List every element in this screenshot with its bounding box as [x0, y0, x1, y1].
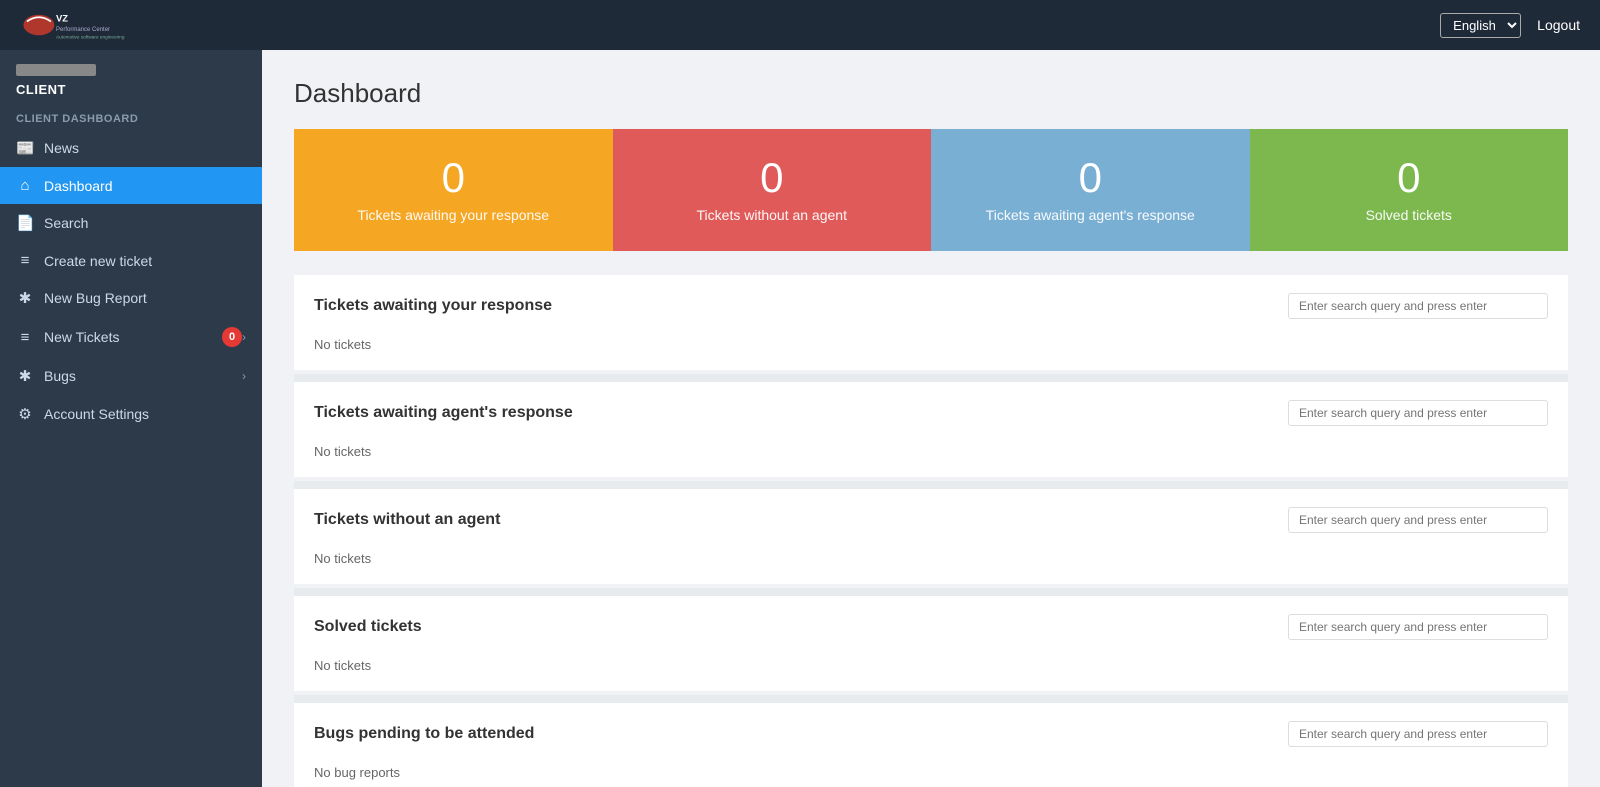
section-header-solved-tickets: Solved tickets	[294, 596, 1568, 652]
section-divider-1	[294, 481, 1568, 489]
ticket-section-inner-without-agent: Tickets without an agent No tickets	[294, 489, 1568, 584]
logout-button[interactable]: Logout	[1537, 17, 1580, 33]
section-header-bugs-pending: Bugs pending to be attended	[294, 703, 1568, 759]
section-search-solved-tickets[interactable]	[1288, 614, 1548, 640]
sidebar-item-search[interactable]: 📄 Search	[0, 204, 262, 242]
new-tickets-chevron: ›	[242, 330, 246, 344]
navbar: VZ Performance Center Automotive softwar…	[0, 0, 1600, 50]
news-icon: 📰	[16, 139, 34, 157]
no-tickets-bugs-pending: No bug reports	[294, 759, 1568, 787]
sidebar-item-dashboard[interactable]: ⌂ Dashboard	[0, 167, 262, 204]
language-select[interactable]: English	[1440, 13, 1521, 38]
stat-label-without-agent: Tickets without an agent	[633, 207, 912, 223]
sidebar-item-new-tickets[interactable]: ≡ New Tickets 0 ›	[0, 317, 262, 357]
new-tickets-icon: ≡	[16, 329, 34, 346]
no-tickets-without-agent: No tickets	[294, 545, 1568, 584]
account-settings-icon: ⚙	[16, 405, 34, 423]
section-search-awaiting-agents-response[interactable]	[1288, 400, 1548, 426]
navbar-right: English Logout	[1440, 13, 1580, 38]
ticket-section-inner-awaiting-agents-response: Tickets awaiting agent's response No tic…	[294, 382, 1568, 477]
sidebar-item-news[interactable]: 📰 News	[0, 129, 262, 167]
new-bug-report-label: New Bug Report	[44, 290, 246, 306]
ticket-section-inner-bugs-pending: Bugs pending to be attended No bug repor…	[294, 703, 1568, 787]
search-label: Search	[44, 215, 246, 231]
stat-number-solved: 0	[1270, 157, 1549, 199]
sidebar-item-bugs[interactable]: ✱ Bugs ›	[0, 357, 262, 395]
section-header-without-agent: Tickets without an agent	[294, 489, 1568, 545]
bugs-icon: ✱	[16, 367, 34, 385]
dashboard-label: Dashboard	[44, 178, 246, 194]
sections-container: Tickets awaiting your response No ticket…	[294, 275, 1568, 787]
bugs-chevron: ›	[242, 369, 246, 383]
stat-label-awaiting-response: Tickets awaiting your response	[314, 207, 593, 223]
section-divider-2	[294, 588, 1568, 596]
search-icon: 📄	[16, 214, 34, 232]
section-search-bugs-pending[interactable]	[1288, 721, 1548, 747]
page-title: Dashboard	[294, 78, 1568, 109]
section-divider-3	[294, 695, 1568, 703]
ticket-section-awaiting-agents-response: Tickets awaiting agent's response No tic…	[294, 382, 1568, 489]
section-title-awaiting-agents-response: Tickets awaiting agent's response	[314, 404, 573, 422]
news-label: News	[44, 140, 246, 156]
ticket-section-awaiting-your-response: Tickets awaiting your response No ticket…	[294, 275, 1568, 382]
sidebar-item-create-ticket[interactable]: ≡ Create new ticket	[0, 242, 262, 279]
ticket-section-bugs-pending: Bugs pending to be attended No bug repor…	[294, 703, 1568, 787]
logo: VZ Performance Center Automotive softwar…	[20, 7, 140, 43]
section-header-awaiting-agents-response: Tickets awaiting agent's response	[294, 382, 1568, 438]
main-content: Dashboard 0 Tickets awaiting your respon…	[262, 50, 1600, 787]
create-ticket-label: Create new ticket	[44, 253, 246, 269]
section-title-bugs-pending: Bugs pending to be attended	[314, 725, 534, 743]
section-title-solved-tickets: Solved tickets	[314, 618, 422, 636]
client-dashboard-label: CLIENT DASHBOARD	[0, 103, 262, 129]
no-tickets-solved-tickets: No tickets	[294, 652, 1568, 691]
sidebar: CLIENT CLIENT DASHBOARD 📰 News ⌂ Dashboa…	[0, 50, 262, 787]
no-tickets-awaiting-your-response: No tickets	[294, 331, 1568, 370]
ticket-section-inner-solved-tickets: Solved tickets No tickets	[294, 596, 1568, 691]
stat-card-awaiting-agent-response: 0 Tickets awaiting agent's response	[931, 129, 1250, 251]
stat-card-without-agent: 0 Tickets without an agent	[613, 129, 932, 251]
stat-label-solved: Solved tickets	[1270, 207, 1549, 223]
ticket-section-inner-awaiting-your-response: Tickets awaiting your response No ticket…	[294, 275, 1568, 370]
svg-text:VZ: VZ	[56, 13, 68, 24]
layout: CLIENT CLIENT DASHBOARD 📰 News ⌂ Dashboa…	[0, 50, 1600, 787]
stat-card-solved: 0 Solved tickets	[1250, 129, 1569, 251]
no-tickets-awaiting-agents-response: No tickets	[294, 438, 1568, 477]
section-search-awaiting-your-response[interactable]	[1288, 293, 1548, 319]
stat-card-awaiting-response: 0 Tickets awaiting your response	[294, 129, 613, 251]
svg-text:Performance Center: Performance Center	[56, 27, 110, 33]
section-title-awaiting-your-response: Tickets awaiting your response	[314, 297, 552, 315]
section-title-without-agent: Tickets without an agent	[314, 511, 500, 529]
ticket-section-without-agent: Tickets without an agent No tickets	[294, 489, 1568, 596]
new-tickets-label: New Tickets	[44, 329, 222, 345]
sidebar-item-new-bug-report[interactable]: ✱ New Bug Report	[0, 279, 262, 317]
new-bug-report-icon: ✱	[16, 289, 34, 307]
section-search-without-agent[interactable]	[1288, 507, 1548, 533]
svg-text:Automotive software engineerin: Automotive software engineering	[56, 35, 125, 40]
sidebar-user: CLIENT	[0, 50, 262, 103]
stat-number-awaiting-agent-response: 0	[951, 157, 1230, 199]
create-ticket-icon: ≡	[16, 252, 34, 269]
user-avatar-bar	[16, 64, 96, 76]
stat-number-awaiting-response: 0	[314, 157, 593, 199]
section-divider-0	[294, 374, 1568, 382]
stats-row: 0 Tickets awaiting your response 0 Ticke…	[294, 129, 1568, 251]
sidebar-item-account-settings[interactable]: ⚙ Account Settings	[0, 395, 262, 433]
dashboard-icon: ⌂	[16, 177, 34, 194]
section-header-awaiting-your-response: Tickets awaiting your response	[294, 275, 1568, 331]
account-settings-label: Account Settings	[44, 406, 246, 422]
user-label: CLIENT	[16, 82, 246, 97]
stat-label-awaiting-agent-response: Tickets awaiting agent's response	[951, 207, 1230, 223]
ticket-section-solved-tickets: Solved tickets No tickets	[294, 596, 1568, 703]
nav-items-container: 📰 News ⌂ Dashboard 📄 Search ≡ Create new…	[0, 129, 262, 433]
bugs-label: Bugs	[44, 368, 242, 384]
new-tickets-badge: 0	[222, 327, 242, 347]
stat-number-without-agent: 0	[633, 157, 912, 199]
